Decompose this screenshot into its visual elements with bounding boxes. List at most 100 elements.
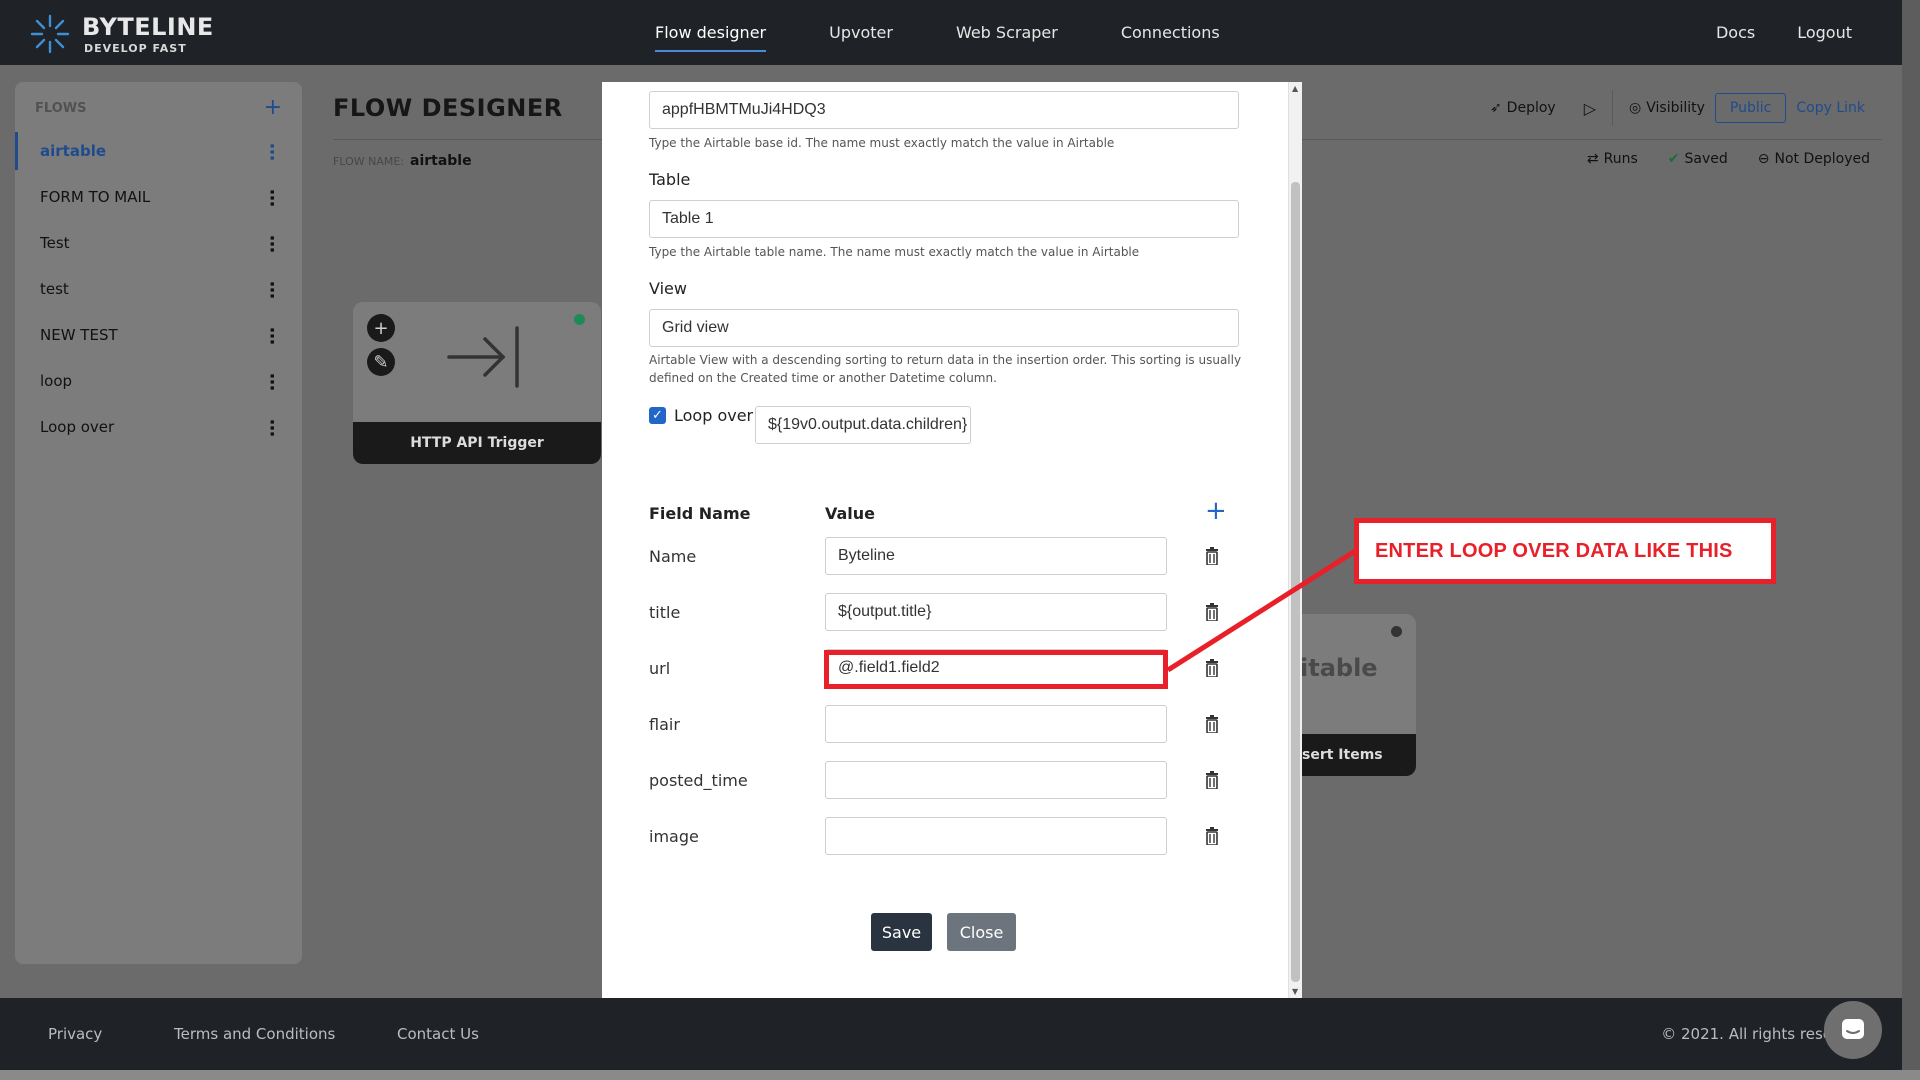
footer-copyright: © 2021. All rights rese: [1661, 1025, 1832, 1043]
footer: Privacy Terms and Conditions Contact Us …: [0, 998, 1902, 1070]
field-name: title: [649, 603, 681, 622]
deploy-status-label: Not Deployed: [1774, 151, 1871, 167]
plus-circle-icon[interactable]: +: [367, 314, 395, 342]
table-input[interactable]: Table 1: [649, 200, 1239, 238]
airtable-config-modal: appfHBMTMuJi4HDQ3 Type the Airtable base…: [602, 82, 1302, 998]
visibility-label: Visibility: [1646, 100, 1705, 116]
table-label: Table: [649, 170, 691, 189]
nav-connections[interactable]: Connections: [1121, 0, 1220, 65]
trash-icon[interactable]: [1205, 659, 1219, 677]
minus-circle-icon: ⊖: [1757, 151, 1770, 167]
close-button[interactable]: Close: [947, 913, 1016, 951]
scroll-down-icon[interactable]: ▼: [1292, 987, 1298, 996]
field-name: flair: [649, 715, 680, 734]
add-field-icon[interactable]: +: [1205, 498, 1227, 524]
flow-item-test-lower[interactable]: test ⋯: [15, 270, 302, 308]
trash-icon[interactable]: [1205, 603, 1219, 621]
kebab-menu-icon[interactable]: ⋯: [261, 143, 282, 160]
public-button[interactable]: Public: [1714, 93, 1787, 123]
flow-item-loop[interactable]: loop ⋯: [15, 362, 302, 400]
trash-icon[interactable]: [1205, 547, 1219, 565]
flows-sidebar: FLOWS + airtable ⋯ FORM TO MAIL ⋯ Test ⋯…: [15, 82, 302, 964]
nav-flow-designer[interactable]: Flow designer: [655, 0, 767, 65]
visibility-toggle[interactable]: ◎ Visibility: [1629, 100, 1705, 116]
field-value-input[interactable]: [825, 817, 1167, 855]
footer-privacy[interactable]: Privacy: [48, 1025, 102, 1043]
runs-button[interactable]: ⇄ Runs: [1587, 151, 1638, 167]
flow-name-row: FLOW NAME: airtable: [333, 153, 472, 169]
flow-item-label: airtable: [40, 142, 107, 160]
footer-terms[interactable]: Terms and Conditions: [174, 1025, 335, 1043]
flow-toolbar: ➶ Deploy ▷ ◎ Visibility Public Copy Link: [1490, 90, 1865, 126]
kebab-menu-icon[interactable]: ⋯: [261, 373, 282, 390]
nav-web-scraper[interactable]: Web Scraper: [956, 0, 1058, 65]
copy-link[interactable]: Copy Link: [1796, 100, 1865, 116]
http-api-trigger-node[interactable]: + ✎ HTTP API Trigger: [353, 302, 601, 464]
kebab-menu-icon[interactable]: ⋯: [261, 419, 282, 436]
trash-icon[interactable]: [1205, 771, 1219, 789]
loop-over-input[interactable]: ${19v0.output.data.children}: [755, 406, 971, 444]
view-label: View: [649, 279, 687, 298]
flow-name-label: FLOW NAME:: [333, 155, 404, 168]
saved-status: ✔ Saved: [1668, 151, 1728, 167]
nav-logout[interactable]: Logout: [1797, 23, 1852, 42]
field-value-input[interactable]: [825, 705, 1167, 743]
airtable-logo-text: itable: [1300, 654, 1378, 682]
brand-name: BYTELINE: [82, 12, 214, 41]
deploy-label: Deploy: [1506, 100, 1556, 116]
field-value-input[interactable]: [825, 761, 1167, 799]
field-value-input[interactable]: Byteline: [825, 537, 1167, 575]
brand-tagline: DEVELOP FAST: [84, 41, 187, 55]
save-button[interactable]: Save: [871, 913, 932, 951]
kebab-menu-icon[interactable]: ⋯: [261, 189, 282, 206]
eye-slash-icon: ◎: [1629, 100, 1642, 116]
kebab-menu-icon[interactable]: ⋯: [261, 327, 282, 344]
toolbar-divider: [1612, 90, 1614, 126]
field-value-input[interactable]: ${output.title}: [825, 593, 1167, 631]
horizontal-scrollbar[interactable]: [0, 1070, 1920, 1080]
chat-widget-button[interactable]: [1824, 1001, 1882, 1059]
flow-item-label: Loop over: [40, 418, 115, 436]
brand-logo[interactable]: BYTELINE DEVELOP FAST: [28, 12, 214, 56]
flow-name-value: airtable: [410, 153, 472, 169]
flow-item-new-test[interactable]: NEW TEST ⋯: [15, 316, 302, 354]
flow-item-label: FORM TO MAIL: [40, 188, 151, 206]
loop-over-checkbox[interactable]: ✓: [649, 407, 666, 424]
footer-contact[interactable]: Contact Us: [397, 1025, 479, 1043]
field-name: posted_time: [649, 771, 748, 790]
view-help: Airtable View with a descending sorting …: [649, 353, 1242, 385]
base-id-input[interactable]: appfHBMTMuJi4HDQ3: [649, 91, 1239, 129]
field-name-header: Field Name: [649, 504, 751, 523]
nav-docs[interactable]: Docs: [1716, 23, 1755, 42]
run-button[interactable]: ▷: [1566, 99, 1596, 118]
flow-item-test[interactable]: Test ⋯: [15, 224, 302, 262]
scroll-up-icon[interactable]: ▲: [1292, 84, 1298, 93]
loop-over-row: ✓ Loop over: [649, 406, 753, 425]
deploy-status: ⊖ Not Deployed: [1758, 151, 1870, 167]
field-name: url: [649, 659, 671, 678]
deploy-button[interactable]: ➶ Deploy: [1490, 100, 1556, 116]
scroll-thumb[interactable]: [1291, 182, 1300, 982]
field-name: Name: [649, 547, 697, 566]
add-flow-icon[interactable]: +: [264, 97, 282, 119]
flow-item-airtable[interactable]: airtable ⋯: [15, 132, 302, 170]
byteline-logo-icon: [30, 14, 70, 54]
modal-scrollbar[interactable]: ▲ ▼: [1288, 82, 1302, 998]
kebab-menu-icon[interactable]: ⋯: [261, 235, 282, 252]
flow-item-label: loop: [40, 372, 73, 390]
trash-icon[interactable]: [1205, 715, 1219, 733]
status-dot: [574, 314, 585, 325]
flow-item-form-to-mail[interactable]: FORM TO MAIL ⋯: [15, 178, 302, 216]
table-help: Type the Airtable table name. The name m…: [649, 245, 1140, 259]
page-scrollbar[interactable]: [1902, 0, 1920, 1080]
flow-item-loop-over[interactable]: Loop over ⋯: [15, 408, 302, 446]
nav-upvoter[interactable]: Upvoter: [829, 0, 893, 65]
airtable-insert-node[interactable]: itable sert Items: [1300, 614, 1416, 776]
pencil-icon[interactable]: ✎: [367, 348, 395, 376]
view-input[interactable]: Grid view: [649, 309, 1239, 347]
flows-title: FLOWS: [35, 100, 87, 116]
node-label: sert Items: [1300, 734, 1416, 776]
kebab-menu-icon[interactable]: ⋯: [261, 281, 282, 298]
chat-icon: [1842, 1019, 1864, 1039]
trash-icon[interactable]: [1205, 827, 1219, 845]
